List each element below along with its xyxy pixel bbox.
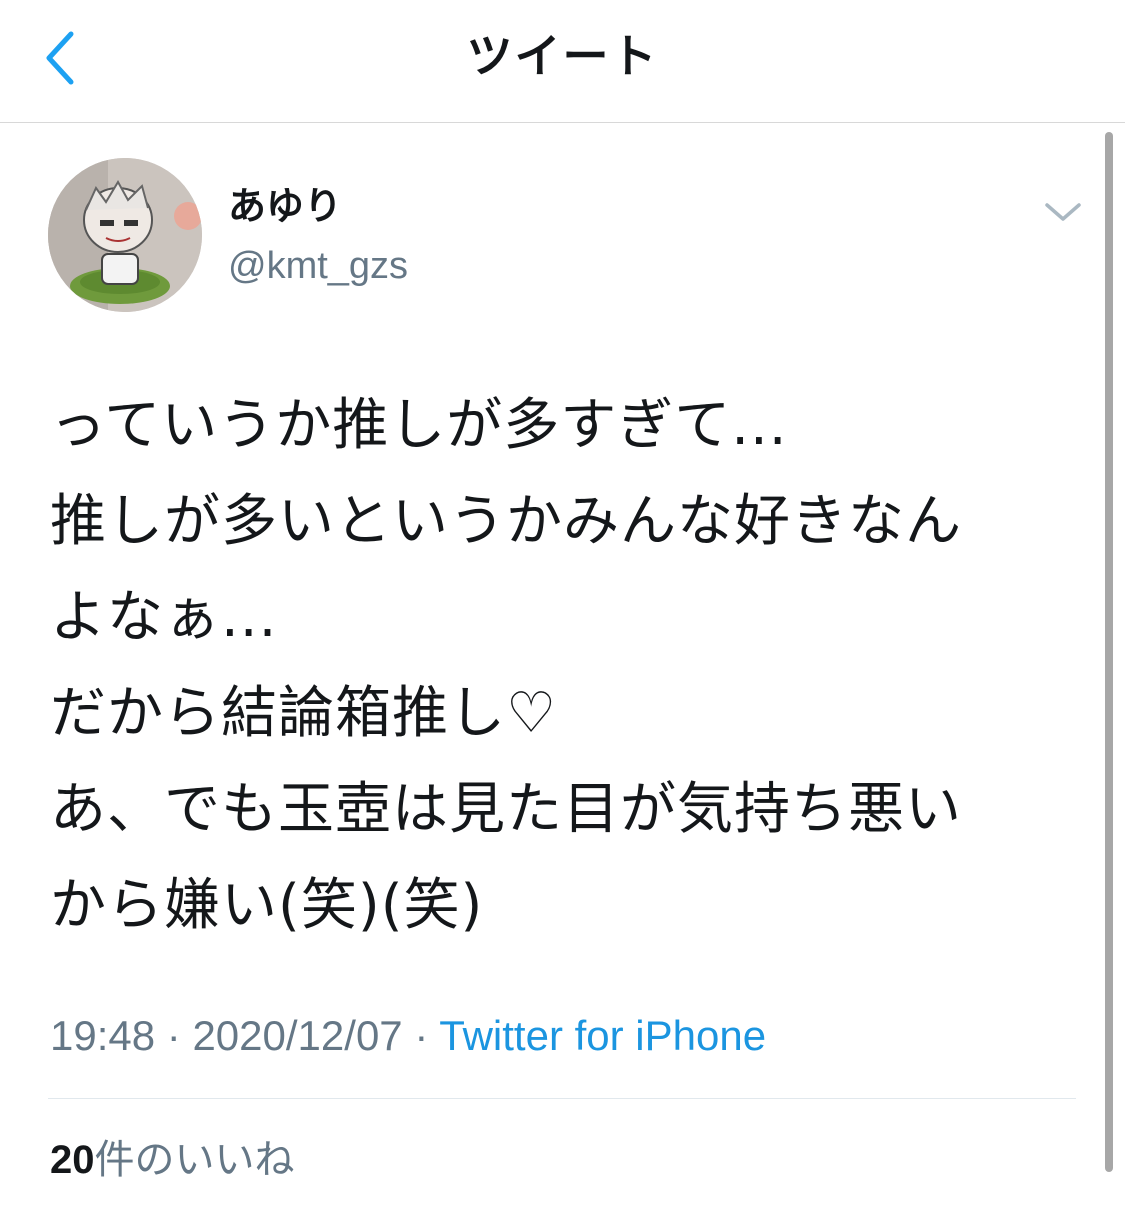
likes-count: 20 bbox=[50, 1138, 95, 1182]
scrollbar[interactable] bbox=[1105, 132, 1113, 1172]
author-display-name[interactable]: あゆり bbox=[228, 182, 342, 230]
tweet-time: 19:48 bbox=[50, 1012, 156, 1059]
meta-separator: · bbox=[166, 1012, 181, 1059]
likes-link[interactable]: 20件のいいね bbox=[50, 1132, 295, 1188]
tweet-source-link[interactable]: Twitter for iPhone bbox=[439, 1012, 766, 1059]
avatar[interactable] bbox=[48, 158, 202, 312]
profile-avatar bbox=[48, 158, 202, 312]
tweet-text-line: だから結論箱推し♡ bbox=[50, 681, 558, 746]
tweet-text-line: よなぁ... bbox=[50, 585, 278, 650]
page-title: ツイート bbox=[466, 29, 659, 83]
tweet-text-line: っていうか推しが多すぎて... bbox=[50, 393, 788, 458]
nav-bar: ツイート bbox=[0, 0, 1125, 123]
tweet-metadata: 19:48 · 2020/12/07 · Twitter for iPhone bbox=[50, 1008, 766, 1064]
tweet-text-line: 推しが多いというかみんな好きなん bbox=[50, 489, 962, 554]
chevron-down-icon bbox=[1045, 203, 1081, 221]
divider bbox=[48, 1098, 1076, 1099]
meta-separator: · bbox=[414, 1012, 429, 1059]
tweet-text-line: あ、でも玉壺は見た目が気持ち悪い bbox=[50, 777, 962, 842]
likes-label: 件のいいね bbox=[94, 1137, 295, 1183]
author-handle[interactable]: @kmt_gzs bbox=[228, 242, 408, 290]
tweet-menu-button[interactable] bbox=[1040, 195, 1086, 229]
tweet-date: 2020/12/07 bbox=[192, 1012, 403, 1059]
tweet-text-line: から嫌い(笑)(笑) bbox=[50, 873, 484, 938]
tweet-text: っていうか推しが多すぎて... 推しが多いというかみんな好きなん よなぁ... … bbox=[50, 378, 1070, 954]
